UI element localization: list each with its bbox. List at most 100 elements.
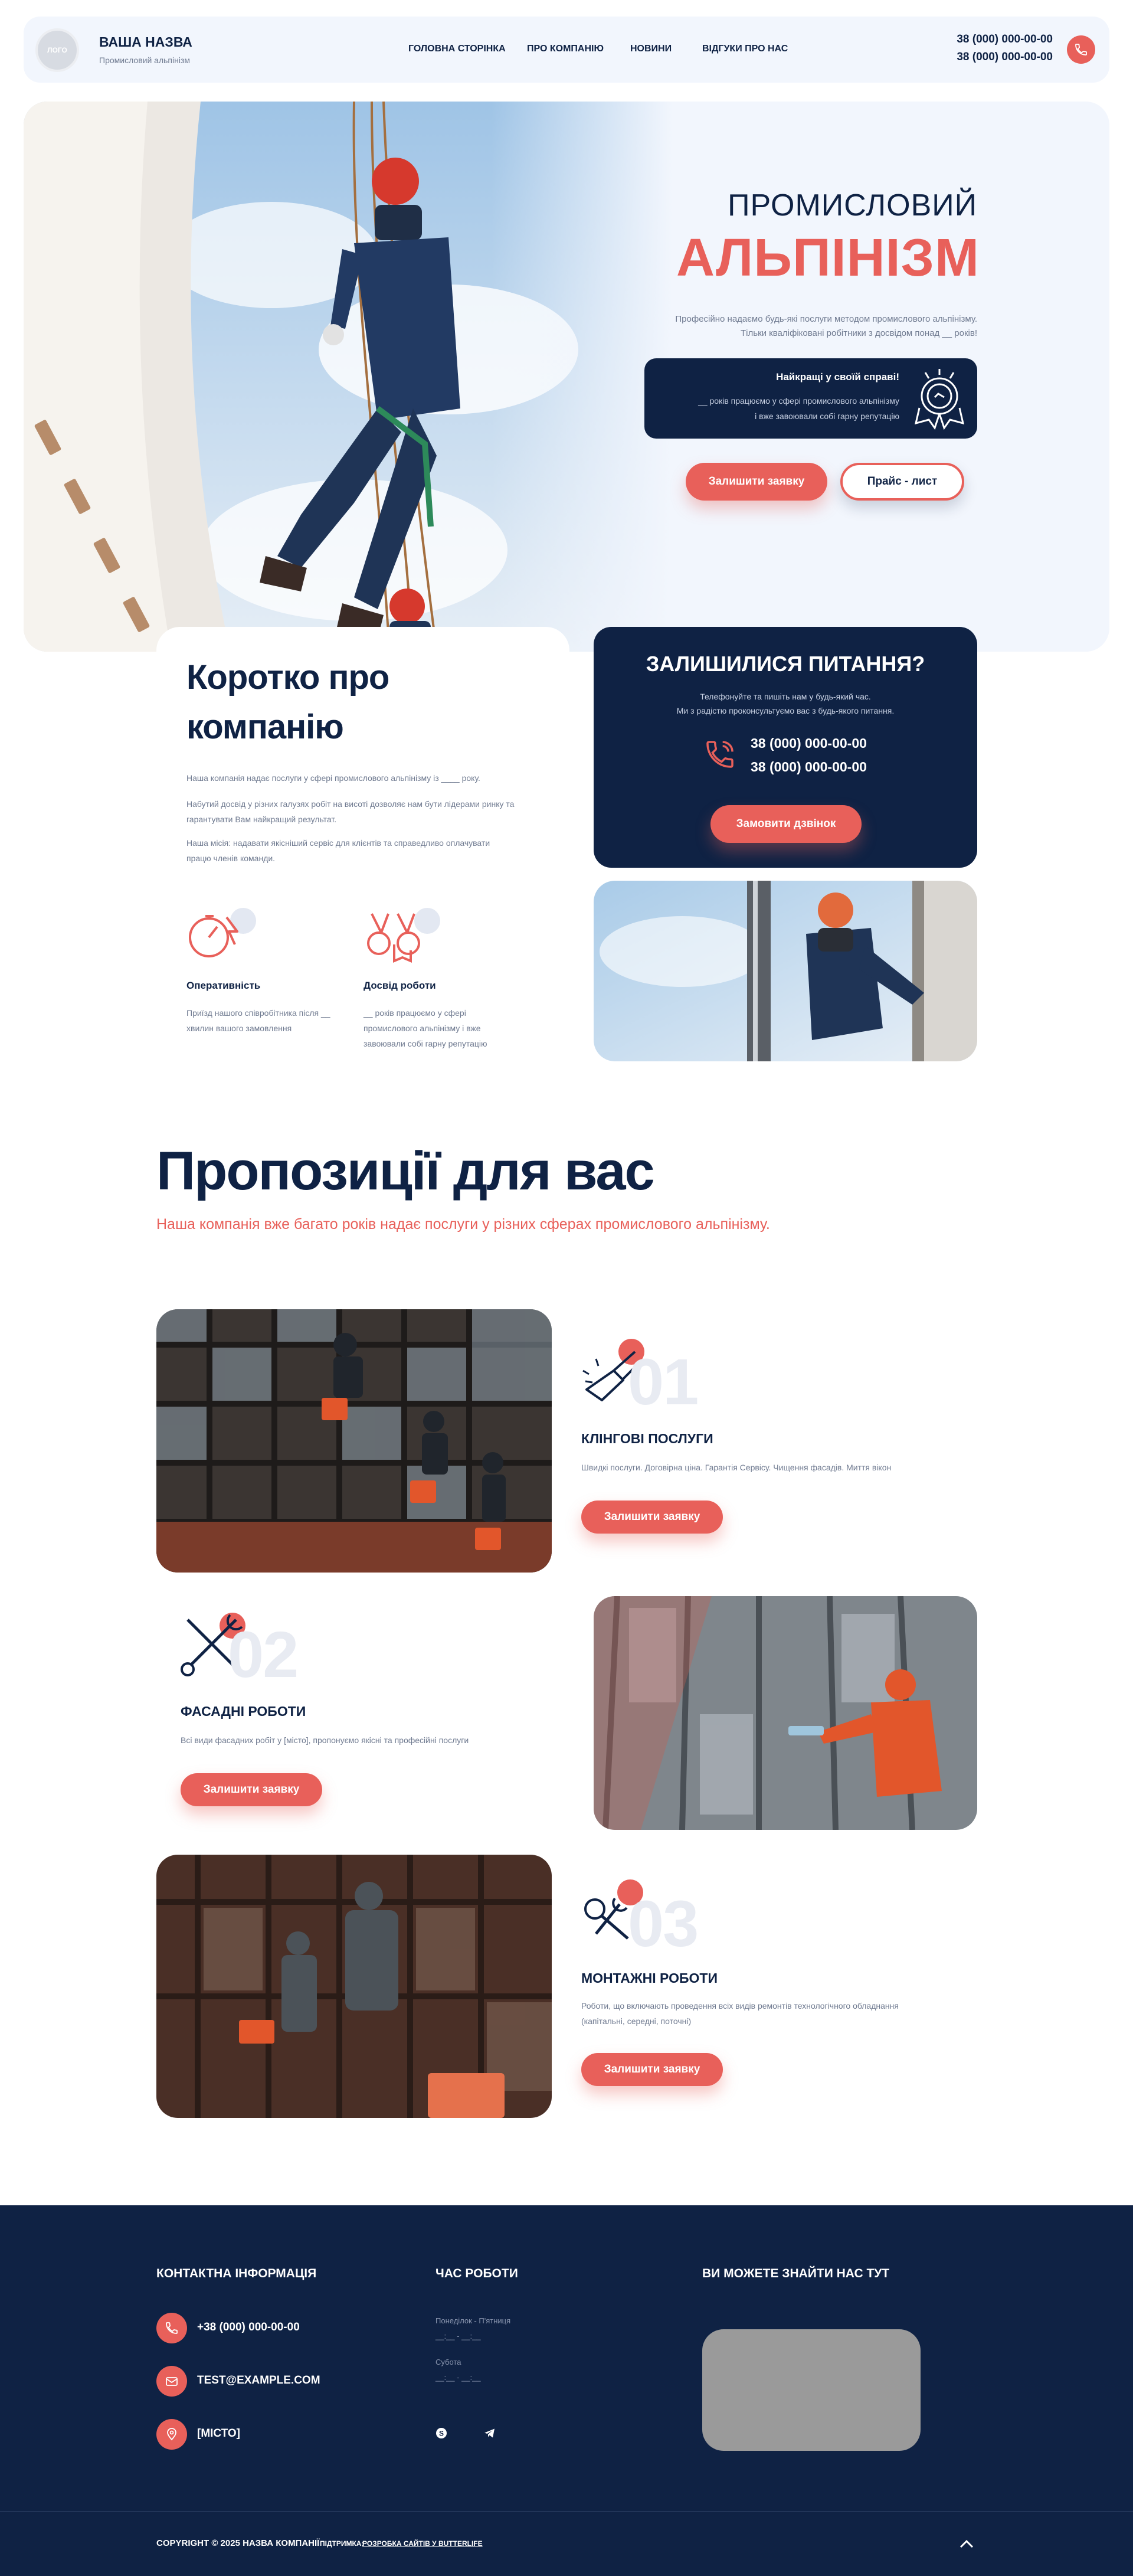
offer-2-desc: Всі види фасадних робіт у [місто], пропо… — [181, 1735, 469, 1745]
questions-line-2: Ми з радістю проконсультуємо вас з будь-… — [676, 706, 895, 715]
footer-weekdays: Понеділок - П'ятниця — [435, 2316, 511, 2325]
offer-2-request-button[interactable]: Залишити заявку — [181, 1773, 322, 1806]
about-paragraph-3b: працю членів команди. — [186, 854, 276, 863]
offer-1-request-button[interactable]: Залишити заявку — [581, 1501, 723, 1534]
footer-hours-title: ЧАС РОБОТИ — [435, 2267, 518, 2280]
feature-speed-desc-1: Приїзд нашого співробітника після __ — [186, 1008, 330, 1018]
skype-icon: S — [436, 2428, 447, 2438]
footer-phone-icon — [156, 2313, 187, 2343]
hero-image — [24, 102, 673, 652]
offer-1-desc: Швидкі послуги. Договірна ціна. Гарантія… — [581, 1463, 892, 1472]
logo[interactable]: ЛОГО — [35, 28, 79, 72]
main-nav: ГОЛОВНА СТОРІНКА ПРО КОМПАНІЮ НОВИНИ ВІД… — [378, 44, 791, 61]
offers-subtitle: Наша компанія вже багато років надає пос… — [156, 1216, 770, 1233]
footer-email[interactable]: TEST@EXAMPLE.COM — [197, 2374, 320, 2387]
header-phone-2[interactable]: 38 (000) 000-00-00 — [932, 51, 1053, 64]
feature-experience-desc-1: __ років працюємо у сфері — [364, 1008, 466, 1018]
about-paragraph-2a: Набутий досвід у різних галузях робіт на… — [186, 799, 515, 809]
telegram-icon — [484, 2428, 495, 2438]
badge-line-1: __ років працюємо у сфері промислового а… — [698, 396, 899, 406]
questions-phone-2[interactable]: 38 (000) 000-00-00 — [751, 759, 867, 775]
worker-image — [594, 881, 977, 1061]
footer-email-icon — [156, 2366, 187, 2397]
email-icon — [166, 2377, 178, 2386]
offer-1-number: 01 — [628, 1346, 699, 1418]
request-call-button[interactable]: Замовити дзвінок — [710, 805, 862, 843]
offer-3-desc-1: Роботи, що включають проведення всіх вид… — [581, 2001, 899, 2011]
stopwatch-icon — [189, 908, 256, 957]
arrow-up-icon — [960, 2539, 974, 2548]
offer-1-image — [156, 1309, 552, 1573]
badge-line-2: і вже завоювали собі гарну репутацію — [755, 411, 899, 421]
footer-weekdays-time: __:__ - __:__ — [435, 2332, 481, 2340]
footer-telegram-link[interactable] — [483, 2426, 497, 2440]
offer-3-request-button[interactable]: Залишити заявку — [581, 2053, 723, 2086]
hero-price-button[interactable]: Прайс - лист — [840, 463, 964, 501]
nav-item-reviews[interactable]: ВІДГУКИ ПРО НАС — [702, 44, 788, 54]
nav-item-news[interactable]: НОВИНИ — [630, 44, 672, 54]
offer-2-number: 02 — [228, 1619, 299, 1691]
company-tagline: Промисловий альпінізм — [99, 55, 190, 65]
footer-city: [МІСТО] — [197, 2427, 240, 2440]
offer-2-image — [594, 1596, 977, 1830]
hero-title-bold: АЛЬПІНІЗМ — [676, 228, 980, 287]
about-paragraph-3a: Наша місія: надавати якісніший сервіс дл… — [186, 838, 490, 848]
footer-contacts-title: КОНТАКТНА ІНФОРМАЦІЯ — [156, 2267, 317, 2280]
hero-badge: Найкращі у своїй справі! __ років працює… — [644, 358, 977, 439]
about-paragraph-2b: гарантувати Вам найкращий результат. — [186, 815, 337, 824]
feature-speed-desc-2: хвилин вашого замовлення — [186, 1024, 292, 1033]
badge-title: Найкращі у своїй справі! — [776, 371, 899, 383]
offer-2-photo — [594, 1596, 977, 1830]
header-phone-1[interactable]: 38 (000) 000-00-00 — [932, 33, 1053, 46]
logo-text: ЛОГО — [47, 46, 67, 54]
offer-3-photo — [156, 1855, 552, 2118]
phone-icon — [166, 2322, 178, 2334]
nav-item-about[interactable]: ПРО КОМПАНІЮ — [527, 44, 604, 54]
about-title-2: компанію — [186, 708, 344, 746]
feature-experience-title: Досвід роботи — [364, 980, 436, 991]
footer-support-prefix: ПІДТРИМКА: — [320, 2539, 364, 2548]
scroll-top-button[interactable] — [957, 2536, 976, 2552]
company-name: ВАША НАЗВА — [99, 34, 192, 50]
offer-3-image — [156, 1855, 552, 2118]
footer-copyright: COPYRIGHT © 2025 НАЗВА КОМПАНІЇ — [156, 2538, 320, 2548]
feature-speed-title: Оперативність — [186, 980, 261, 991]
footer-location-icon — [156, 2419, 187, 2450]
footer-support-link[interactable]: РОЗРОБКА САЙТІВ У BUTTERLIFE — [362, 2539, 483, 2548]
offer-2-title: ФАСАДНІ РОБОТИ — [181, 1704, 306, 1719]
feature-experience-desc-2: промислового альпінізму і вже — [364, 1024, 481, 1033]
header-call-button[interactable] — [1067, 35, 1095, 64]
footer-skype-link[interactable]: S — [434, 2426, 448, 2440]
svg-text:S: S — [439, 2430, 444, 2438]
offer-3-number: 03 — [628, 1888, 699, 1960]
questions-card: ЗАЛИШИЛИСЯ ПИТАННЯ? Телефонуйте та пишіт… — [594, 627, 977, 868]
nav-item-home[interactable]: ГОЛОВНА СТОРІНКА — [408, 44, 506, 54]
footer-find-title: ВИ МОЖЕТЕ ЗНАЙТИ НАС ТУТ — [702, 2267, 890, 2280]
questions-phone-1[interactable]: 38 (000) 000-00-00 — [751, 735, 867, 751]
location-icon — [167, 2428, 176, 2441]
questions-title: ЗАЛИШИЛИСЯ ПИТАННЯ? — [646, 652, 925, 676]
about-title-1: Коротко про — [186, 658, 389, 697]
award-icon — [914, 369, 965, 430]
medal-icon — [367, 908, 440, 963]
footer-saturday: Субота — [435, 2358, 461, 2366]
worker-photo — [594, 881, 977, 1061]
hero-title-light: ПРОМИСЛОВИЙ — [728, 188, 977, 223]
offer-1-photo — [156, 1309, 552, 1573]
offers-title: Пропозиції для вас — [156, 1141, 655, 1201]
hero-request-button[interactable]: Залишити заявку — [686, 463, 827, 501]
footer-saturday-time: __:__ - __:__ — [435, 2373, 481, 2382]
questions-line-1: Телефонуйте та пишіть нам у будь-який ча… — [700, 692, 871, 701]
phone-icon — [706, 741, 733, 768]
about-paragraph-1: Наша компанія надає послуги у сфері пром… — [186, 773, 480, 783]
hero-desc-2: Тільки кваліфіковані робітники з досвідо… — [741, 328, 977, 338]
phone-icon — [1075, 44, 1087, 55]
offer-3-title: МОНТАЖНІ РОБОТИ — [581, 1970, 718, 1986]
footer-phone[interactable]: +38 (000) 000-00-00 — [197, 2321, 300, 2334]
hero-desc-1: Професійно надаємо будь-які послуги мето… — [675, 314, 977, 324]
footer-map[interactable] — [702, 2329, 921, 2451]
offer-3-desc-2: (капітальні, середні, поточні) — [581, 2016, 692, 2026]
feature-experience-desc-3: завоювали собі гарну репутацію — [364, 1039, 487, 1048]
offer-1-title: КЛІНГОВІ ПОСЛУГИ — [581, 1431, 713, 1446]
footer-divider — [0, 2511, 1133, 2512]
